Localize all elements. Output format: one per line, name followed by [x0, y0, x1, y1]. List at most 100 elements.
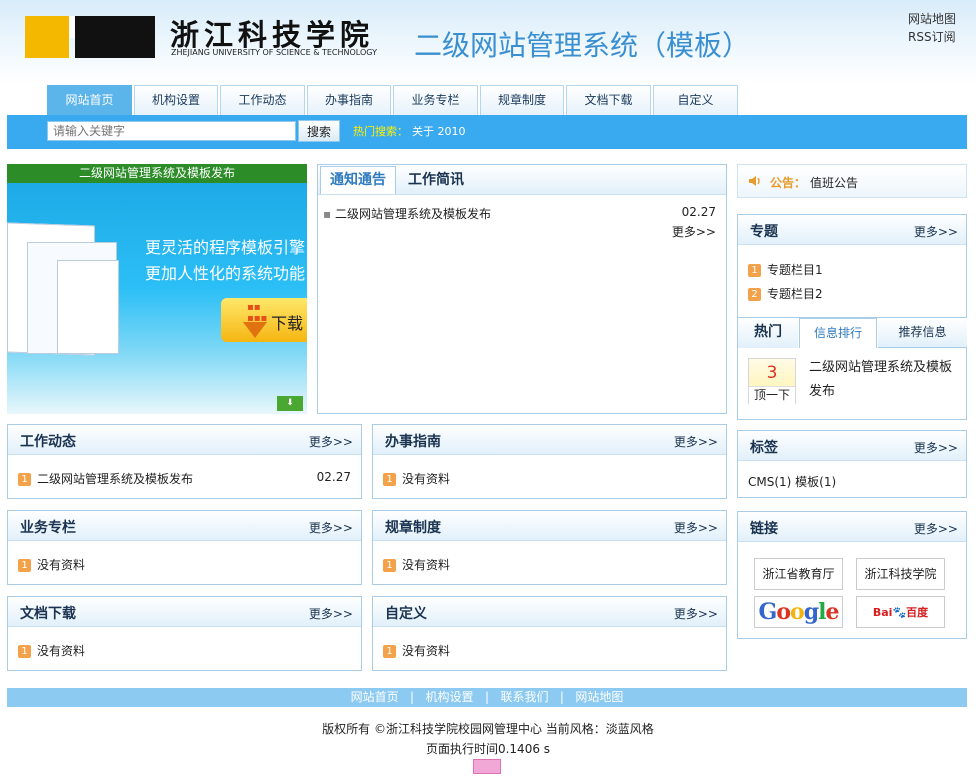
rss-link[interactable]: RSS订阅	[908, 28, 968, 46]
notice-more-link[interactable]: 更多>>	[672, 223, 716, 240]
rank-badge: 2	[748, 288, 761, 301]
list-item[interactable]: 1 专题栏目1	[748, 261, 823, 278]
section-rules: 规章制度 更多>> 1 没有资料	[372, 510, 727, 585]
more-link[interactable]: 更多>>	[309, 433, 353, 450]
more-link[interactable]: 更多>>	[309, 605, 353, 622]
more-link[interactable]: 更多>>	[914, 439, 958, 456]
site-title: 二级网站管理系统（模板）	[414, 29, 751, 62]
search-button[interactable]: 搜索	[298, 120, 340, 142]
panel-header: 业务专栏 更多>>	[8, 511, 361, 541]
tab-recommended[interactable]: 推荐信息	[878, 318, 967, 348]
tab-notices[interactable]: 通知通告	[320, 166, 396, 194]
announcement-text[interactable]: 值班公告	[810, 174, 858, 191]
nav-tab-work-news[interactable]: 工作动态	[220, 85, 305, 115]
tags-panel: 标签 更多>> CMS(1) 模板(1)	[737, 430, 967, 498]
more-link[interactable]: 更多>>	[674, 519, 718, 536]
bullet-icon: ▪	[323, 207, 332, 221]
link-zust[interactable]: 浙江科技学院	[856, 558, 945, 590]
banner-slideshow[interactable]: 二级网站管理系统及模板发布 更灵活的程序模板引擎 更加人性化的系统功能 ▪▪ ▪▪…	[7, 164, 307, 414]
nav-tab-custom[interactable]: 自定义	[653, 85, 738, 115]
list-item[interactable]: 2 专题栏目2	[748, 285, 823, 302]
panel-header: 标签 更多>>	[738, 431, 966, 461]
section-downloads: 文档下载 更多>> 1 没有资料	[7, 596, 362, 671]
section-custom: 自定义 更多>> 1 没有资料	[372, 596, 727, 671]
vote-up-button[interactable]: 顶一下	[749, 386, 795, 404]
tab-briefs[interactable]: 工作简讯	[398, 166, 474, 194]
notice-panel: 通知通告 工作简讯 ▪ 二级网站管理系统及模板发布 02.27 更多>>	[317, 164, 727, 414]
nav-tab-guide[interactable]: 办事指南	[307, 85, 391, 115]
link-baidu[interactable]: Bai🐾百度	[856, 596, 945, 628]
more-link[interactable]: 更多>>	[309, 519, 353, 536]
tab-hot[interactable]: 热门	[738, 318, 798, 348]
hot-search-terms[interactable]: 关于 2010	[412, 125, 466, 138]
panel-header: 文档下载 更多>>	[8, 597, 361, 627]
list-item-label: 没有资料	[402, 472, 451, 486]
banner-slogan-2: 更加人性化的系统功能	[145, 264, 306, 283]
nav-tab-downloads[interactable]: 文档下载	[566, 85, 651, 115]
vote-count: 3	[766, 363, 778, 383]
link-google[interactable]: Google	[754, 596, 843, 628]
panel-title: 业务专栏	[20, 520, 76, 536]
banner-slide-indicator[interactable]: ⬇	[277, 396, 303, 411]
list-item: 1 没有资料	[383, 470, 450, 487]
hot-search: 热门搜索： 关于 2010	[353, 123, 466, 139]
section-guide: 办事指南 更多>> 1 没有资料	[372, 424, 727, 499]
stats-counter-icon[interactable]	[473, 759, 501, 774]
more-link[interactable]: 更多>>	[674, 605, 718, 622]
banner-slogan-1: 更灵活的程序模板引擎	[145, 238, 306, 257]
top-links: 网站地图 RSS订阅	[908, 10, 968, 46]
hot-item-title[interactable]: 二级网站管理系统及模板发布	[809, 356, 959, 404]
download-arrow-icon	[243, 322, 267, 338]
nav-tab-business[interactable]: 业务专栏	[393, 85, 478, 115]
tab-ranking[interactable]: 信息排行	[799, 318, 877, 348]
panel-header: 工作动态 更多>>	[8, 425, 361, 455]
list-item-date: 02.27	[316, 470, 351, 484]
panel-header: 办事指南 更多>>	[373, 425, 726, 455]
vote-widget: 3 顶一下	[748, 358, 796, 404]
page-runtime: 页面执行时间0.1406 s	[425, 742, 551, 756]
nav-tab-home[interactable]: 网站首页	[47, 85, 132, 115]
more-link[interactable]: 更多>>	[914, 520, 958, 537]
hot-search-label: 热门搜索：	[353, 125, 408, 138]
list-item-label[interactable]: 二级网站管理系统及模板发布	[37, 472, 193, 486]
more-link[interactable]: 更多>>	[674, 433, 718, 450]
list-item-label[interactable]: 专题栏目2	[767, 287, 823, 301]
banner-screenshot	[57, 260, 119, 354]
rank-badge: 1	[748, 264, 761, 277]
page-header: 浙江科技学院 ZHEJIANG UNIVERSITY OF SCIENCE & …	[0, 0, 976, 84]
banner-download-label: 下载	[271, 314, 304, 333]
panel-title: 规章制度	[385, 520, 441, 536]
notice-item-date: 02.27	[681, 205, 716, 219]
list-item[interactable]: ▪ 二级网站管理系统及模板发布	[323, 205, 491, 222]
notice-tabs: 通知通告 工作简讯	[318, 165, 726, 195]
announcement-label: 公告：	[770, 176, 807, 190]
panel-header: 自定义 更多>>	[373, 597, 726, 627]
rank-badge: 1	[383, 645, 396, 658]
list-item: 1 没有资料	[383, 642, 450, 659]
banner-caption[interactable]: 二级网站管理系统及模板发布	[7, 164, 307, 183]
panel-title: 工作动态	[20, 434, 76, 450]
school-logo[interactable]	[25, 16, 155, 58]
nav-tab-rules[interactable]: 规章制度	[480, 85, 564, 115]
panel-title: 标签	[750, 440, 778, 456]
panel-title: 专题	[750, 224, 778, 240]
rank-badge: 1	[18, 559, 31, 572]
panel-title: 自定义	[385, 606, 427, 622]
link-education-dept[interactable]: 浙江省教育厅	[754, 558, 843, 590]
rank-badge: 1	[18, 473, 31, 486]
list-item: 1 没有资料	[383, 556, 450, 573]
list-item-label[interactable]: 专题栏目1	[767, 263, 823, 277]
notice-item-title[interactable]: 二级网站管理系统及模板发布	[335, 207, 491, 221]
search-input[interactable]	[47, 121, 296, 141]
logo-yellow-block	[25, 16, 69, 58]
panel-header: 链接 更多>>	[738, 512, 966, 542]
baidu-logo: Bai🐾百度	[872, 606, 929, 619]
nav-tab-organization[interactable]: 机构设置	[134, 85, 218, 115]
speaker-icon	[749, 176, 760, 186]
footer-links[interactable]: 网站首页 | 机构设置 | 联系我们 | 网站地图	[7, 688, 967, 707]
sitemap-link[interactable]: 网站地图	[908, 10, 968, 28]
more-link[interactable]: 更多>>	[914, 223, 958, 240]
tag-list[interactable]: CMS(1) 模板(1)	[748, 473, 836, 490]
list-item-label: 没有资料	[37, 644, 86, 658]
list-item[interactable]: 1 二级网站管理系统及模板发布	[18, 470, 193, 487]
